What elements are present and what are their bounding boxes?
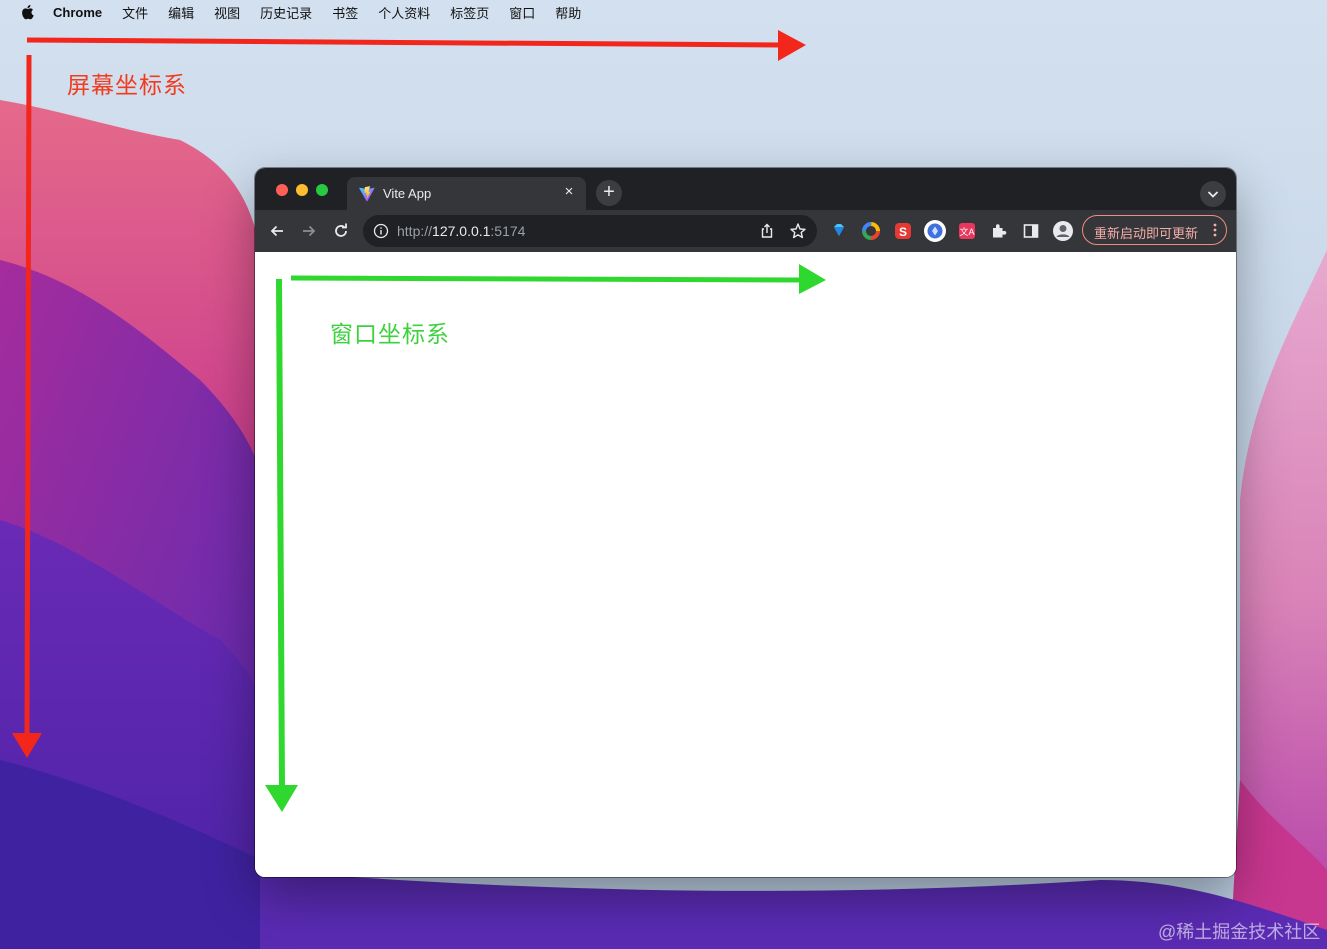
svg-text:S: S xyxy=(899,225,907,239)
apple-icon[interactable] xyxy=(20,4,34,20)
menu-help[interactable]: 帮助 xyxy=(555,3,581,22)
extension-gem-icon[interactable] xyxy=(829,221,849,241)
relaunch-to-update-button[interactable]: 重新启动即可更新 xyxy=(1082,215,1227,245)
new-tab-button[interactable]: + xyxy=(596,180,622,206)
tab-close-icon[interactable]: × xyxy=(562,184,576,199)
menu-file[interactable]: 文件 xyxy=(122,3,148,22)
more-menu-icon[interactable] xyxy=(1213,222,1217,238)
menu-app-name[interactable]: Chrome xyxy=(53,5,102,20)
menu-edit[interactable]: 编辑 xyxy=(168,3,194,22)
profile-avatar-icon[interactable] xyxy=(1052,220,1074,242)
url-text: http://127.0.0.1:5174 xyxy=(397,223,525,239)
window-maximize-button[interactable] xyxy=(316,184,328,196)
browser-toolbar: http://127.0.0.1:5174 S 文A 重新启动即可更新 xyxy=(255,210,1236,252)
extension-translate-icon[interactable]: 文A xyxy=(957,221,977,241)
url-host: 127.0.0.1 xyxy=(432,223,491,239)
extension-s-icon[interactable]: S xyxy=(893,221,913,241)
menu-bar: Chrome 文件 编辑 视图 历史记录 书签 个人资料 标签页 窗口 帮助 xyxy=(0,0,1327,24)
address-bar[interactable]: http://127.0.0.1:5174 xyxy=(363,215,817,247)
menu-bookmarks[interactable]: 书签 xyxy=(332,3,358,22)
url-port: :5174 xyxy=(490,223,526,239)
bookmark-star-icon[interactable] xyxy=(788,221,808,241)
watermark: @稀土掘金技术社区 xyxy=(1158,922,1321,942)
browser-window: Vite App × + http://127.0.0.1:5174 S 文A … xyxy=(255,168,1236,877)
tab-vite-app[interactable]: Vite App × xyxy=(347,177,586,210)
vite-logo-icon xyxy=(359,185,375,201)
chevron-down-icon xyxy=(1207,191,1219,198)
update-button-label: 重新启动即可更新 xyxy=(1094,226,1199,241)
menu-tab[interactable]: 标签页 xyxy=(450,3,489,22)
svg-text:文A: 文A xyxy=(959,226,974,237)
extension-compass-icon[interactable] xyxy=(923,219,947,243)
window-close-button[interactable] xyxy=(276,184,288,196)
side-panel-icon[interactable] xyxy=(1021,221,1041,241)
tab-search-button[interactable] xyxy=(1200,181,1226,207)
site-info-icon[interactable] xyxy=(373,223,389,239)
menu-window[interactable]: 窗口 xyxy=(509,3,535,22)
menu-history[interactable]: 历史记录 xyxy=(260,3,312,22)
forward-arrow-icon[interactable] xyxy=(299,221,319,241)
menu-profiles[interactable]: 个人资料 xyxy=(378,3,430,22)
window-coordinate-label: 窗口坐标系 xyxy=(330,321,450,347)
tab-title: Vite App xyxy=(383,186,432,201)
extension-color-ring-icon[interactable] xyxy=(861,221,881,241)
tab-strip: Vite App × + xyxy=(255,168,1236,210)
menu-view[interactable]: 视图 xyxy=(214,3,240,22)
reload-icon[interactable] xyxy=(331,221,351,241)
share-icon[interactable] xyxy=(758,222,776,240)
extensions-puzzle-icon[interactable] xyxy=(989,221,1009,241)
screen-coordinate-label: 屏幕坐标系 xyxy=(67,72,187,98)
window-minimize-button[interactable] xyxy=(296,184,308,196)
back-arrow-icon[interactable] xyxy=(267,221,287,241)
url-scheme: http:// xyxy=(397,223,433,239)
